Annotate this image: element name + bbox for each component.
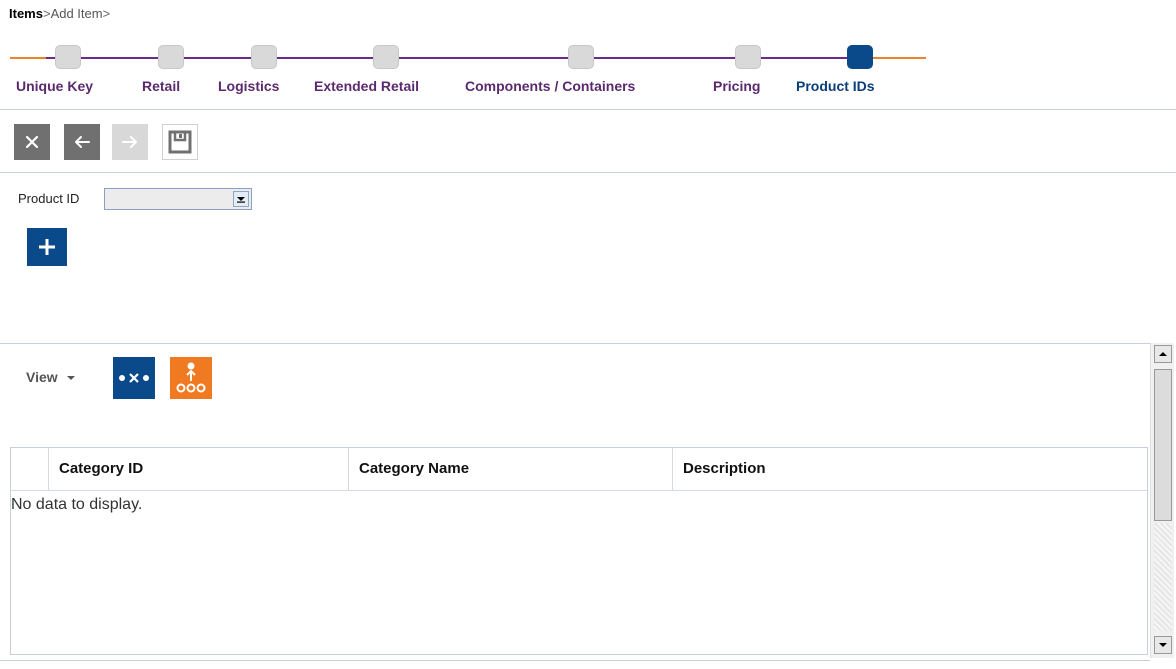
breadcrumb-separator: > [42, 6, 51, 21]
breadcrumb-current: Add Item [50, 6, 103, 21]
add-button[interactable] [27, 228, 67, 266]
close-icon [25, 135, 39, 149]
breadcrumb: Items>Add Item> [9, 6, 110, 21]
step-logistics[interactable]: Logistics [218, 78, 279, 94]
scrollbar-track[interactable] [1154, 523, 1172, 631]
arrow-right-icon [122, 136, 137, 148]
product-id-label: Product ID [18, 191, 80, 206]
empty-table-message: No data to display. [11, 496, 143, 513]
column-header-category-name[interactable]: Category Name [349, 448, 673, 490]
hierarchy-tree-button[interactable] [170, 357, 212, 399]
table-header-select[interactable] [11, 448, 49, 490]
scroll-down-button[interactable] [1154, 636, 1172, 654]
next-button[interactable] [112, 124, 148, 160]
divider [0, 172, 1176, 173]
process-train: Unique Key Retail Logistics Extended Ret… [0, 40, 1176, 100]
product-id-select[interactable] [104, 188, 252, 210]
step-product-ids-marker[interactable] [847, 45, 873, 69]
step-unique-key-marker[interactable] [55, 45, 81, 69]
hierarchy-expand-button[interactable] [113, 357, 155, 399]
step-pricing[interactable]: Pricing [713, 78, 760, 94]
step-logistics-marker[interactable] [251, 45, 277, 69]
train-line-start [10, 57, 46, 59]
step-retail-marker[interactable] [158, 45, 184, 69]
chevron-down-icon[interactable] [233, 191, 249, 207]
hierarchy-tree-icon [176, 362, 206, 393]
hierarchy-expand-icon [119, 373, 149, 383]
vertical-scrollbar[interactable] [1150, 343, 1174, 658]
view-menu-label: View [26, 369, 58, 385]
step-components-marker[interactable] [568, 45, 594, 69]
arrow-left-icon [75, 136, 90, 148]
save-button[interactable] [162, 124, 198, 160]
caret-down-icon [66, 376, 75, 381]
breadcrumb-separator: > [102, 6, 111, 21]
save-icon [168, 130, 192, 154]
triangle-up-icon [1159, 352, 1167, 356]
table-header: Category ID Category Name Description [11, 448, 1147, 491]
step-extended-retail[interactable]: Extended Retail [314, 78, 419, 94]
scroll-up-button[interactable] [1154, 345, 1172, 363]
breadcrumb-items[interactable]: Items [9, 6, 43, 21]
divider [0, 109, 1176, 110]
category-table: Category ID Category Name Description No… [10, 447, 1148, 655]
divider [0, 343, 1150, 344]
triangle-down-icon [1159, 643, 1167, 647]
column-header-description[interactable]: Description [673, 448, 1147, 490]
step-extended-retail-marker[interactable] [373, 45, 399, 69]
step-unique-key[interactable]: Unique Key [16, 78, 93, 94]
scrollbar-thumb[interactable] [1154, 369, 1172, 521]
divider [0, 660, 1150, 661]
step-retail[interactable]: Retail [142, 78, 180, 94]
step-pricing-marker[interactable] [735, 45, 761, 69]
column-header-category-id[interactable]: Category ID [49, 448, 349, 490]
step-components[interactable]: Components / Containers [465, 78, 635, 94]
back-button[interactable] [64, 124, 100, 160]
step-product-ids[interactable]: Product IDs [796, 78, 875, 94]
plus-icon [39, 239, 55, 255]
cancel-button[interactable] [14, 124, 50, 160]
view-menu[interactable]: View [26, 369, 76, 385]
